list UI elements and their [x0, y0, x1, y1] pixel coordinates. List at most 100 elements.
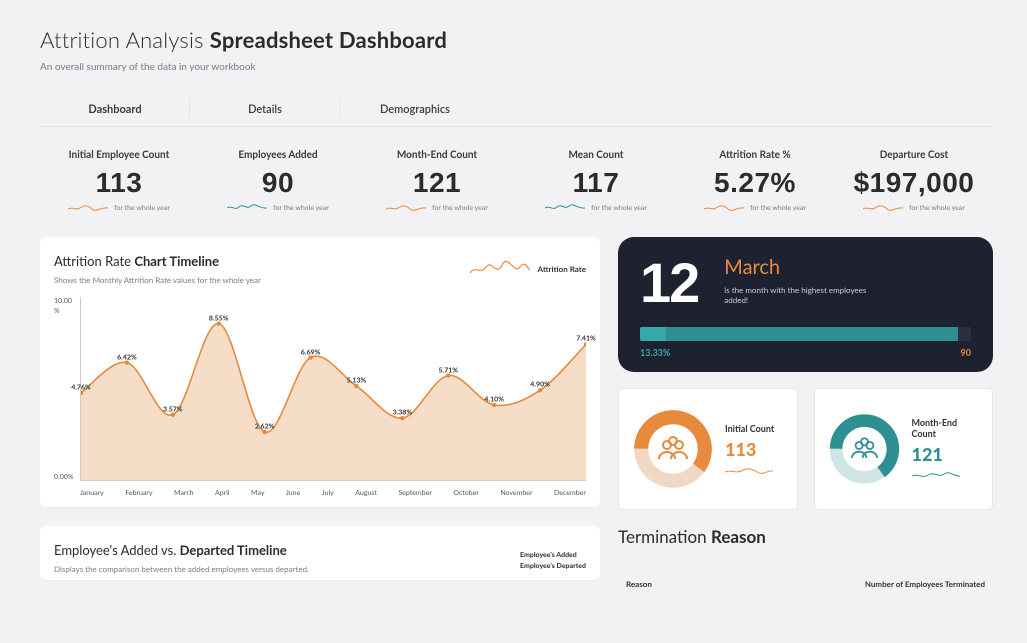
kpi-label: Initial Employee Count — [69, 149, 170, 161]
added-vs-departed-title: Employee's Added vs. Departed Timeline — [54, 542, 586, 558]
x-axis-tick: April — [215, 489, 230, 497]
kpi-mean-count: Mean Count 117 for the whole year — [521, 149, 671, 213]
highlight-desc: is the month with the highest employees … — [724, 285, 874, 306]
x-axis-tick: July — [322, 489, 334, 497]
highlight-pct: 13.33% — [640, 347, 670, 358]
kpi-value: 121 — [413, 167, 461, 199]
legend-departed: Employee's Departed — [520, 561, 586, 572]
donut-chart-icon — [827, 407, 902, 491]
highlight-month: March — [724, 255, 874, 279]
kpi-label: Employees Added — [238, 149, 317, 161]
kpi-value: $197,000 — [854, 167, 975, 199]
attrition-chart-title-bold: Chart Timeline — [134, 253, 219, 269]
chart-data-label: 4.76% — [71, 383, 91, 391]
x-axis-tick: August — [355, 489, 377, 497]
donut-label: Month-End Count — [912, 417, 977, 439]
kpi-footnote: for the whole year — [273, 204, 329, 212]
x-axis-tick: December — [554, 489, 586, 497]
attrition-chart: 10.00 % 0.00% 4.76%6.42%3.57%8.55%2.62%6… — [54, 297, 586, 497]
x-axis-tick: January — [80, 489, 104, 497]
chart-data-label: 2.62% — [255, 422, 275, 430]
tab-demographics[interactable]: Demographics — [340, 95, 490, 126]
x-axis-tick: May — [251, 489, 264, 497]
sparkline-icon — [68, 203, 108, 213]
sparkline-icon — [545, 203, 585, 213]
legend-sparkline-icon — [470, 259, 530, 279]
x-axis-tick: March — [174, 489, 194, 497]
page-subtitle: An overall summary of the data in your w… — [40, 61, 993, 73]
kpi-label: Month-End Count — [397, 149, 477, 161]
page-title-bold: Spreadsheet Dashboard — [210, 26, 447, 53]
termination-col-count: Number of Employees Terminated — [865, 579, 985, 589]
tab-bar: Dashboard Details Demographics — [40, 95, 993, 127]
chart-data-label: 8.55% — [209, 314, 229, 322]
attrition-chart-title: Attrition Rate Chart Timeline — [54, 253, 261, 269]
avd-title-bold: Departed Timeline — [180, 542, 287, 558]
sparkline-icon — [863, 203, 903, 213]
donut-label: Initial Count — [725, 423, 774, 434]
y-axis-top-value: 10.00 — [54, 297, 72, 305]
kpi-initial-count: Initial Employee Count 113 for the whole… — [44, 149, 194, 213]
sparkline-icon — [386, 203, 426, 213]
chart-data-label: 4.10% — [484, 395, 504, 403]
legend-label: Attrition Rate — [538, 264, 586, 274]
termination-col-reason: Reason — [626, 579, 652, 589]
attrition-chart-subtitle: Shows the Monthly Attrition Rate values … — [54, 275, 261, 285]
y-axis-bottom: 0.00% — [54, 473, 73, 481]
chart-data-label: 5.71% — [438, 366, 458, 374]
x-axis-tick: June — [286, 489, 300, 497]
chart-data-label: 7.41% — [576, 335, 596, 343]
donut-value: 121 — [912, 443, 977, 465]
chart-data-label: 4.90% — [530, 381, 550, 389]
sparkline-icon — [912, 471, 960, 481]
sparkline-icon — [704, 203, 744, 213]
chart-data-label: 6.42% — [117, 353, 137, 361]
added-vs-departed-legend: Employee's Added Employee's Departed — [520, 550, 586, 572]
kpi-employees-added: Employees Added 90 for the whole year — [203, 149, 353, 213]
sparkline-icon — [725, 466, 773, 476]
page-title-light: Attrition Analysis — [40, 26, 210, 53]
page-title: Attrition Analysis Spreadsheet Dashboard — [40, 26, 993, 53]
donut-month-end-count: Month-End Count 121 — [814, 388, 994, 510]
termination-title-bold: Reason — [711, 526, 766, 547]
avd-title-light: Employee's Added vs. — [54, 542, 180, 558]
kpi-footnote: for the whole year — [432, 204, 488, 212]
tab-dashboard[interactable]: Dashboard — [40, 95, 190, 126]
x-axis-tick: September — [398, 489, 431, 497]
kpi-value: 117 — [573, 167, 620, 199]
kpi-footnote: for the whole year — [114, 204, 170, 212]
kpi-row: Initial Employee Count 113 for the whole… — [40, 149, 993, 213]
termination-reason-card: Termination Reason Reason Number of Empl… — [618, 526, 993, 589]
y-axis-top-unit: % — [54, 307, 72, 315]
attrition-chart-card: Attrition Rate Chart Timeline Shows the … — [40, 237, 600, 507]
chart-data-label: 5.13% — [347, 377, 367, 385]
kpi-label: Attrition Rate % — [719, 149, 790, 161]
legend-added: Employee's Added — [520, 550, 586, 561]
added-vs-departed-card: Employee's Added vs. Departed Timeline D… — [40, 526, 600, 580]
added-vs-departed-subtitle: Displays the comparison between the adde… — [54, 564, 586, 574]
termination-title-light: Termination — [618, 526, 711, 547]
y-axis-top: 10.00 % — [54, 297, 72, 315]
x-axis-tick: November — [500, 489, 532, 497]
chart-data-label: 3.38% — [393, 409, 413, 417]
donut-row: Initial Count 113 M — [618, 388, 993, 510]
chart-data-label: 6.69% — [301, 348, 321, 356]
termination-table-header: Reason Number of Employees Terminated — [618, 579, 993, 589]
kpi-month-end-count: Month-End Count 121 for the whole year — [362, 149, 512, 213]
x-axis-labels: January February March April May June July Augu… — [80, 489, 586, 497]
kpi-attrition-rate: Attrition Rate % 5.27% for the whole yea… — [680, 149, 830, 213]
kpi-label: Departure Cost — [880, 149, 948, 161]
kpi-label: Mean Count — [569, 149, 624, 161]
donut-chart-icon — [631, 407, 715, 491]
donut-initial-count: Initial Count 113 — [618, 388, 798, 510]
kpi-value: 5.27% — [714, 167, 796, 199]
x-axis-tick: October — [453, 489, 479, 497]
kpi-footnote: for the whole year — [591, 204, 647, 212]
x-axis-tick: February — [125, 489, 152, 497]
tab-details[interactable]: Details — [190, 95, 340, 126]
kpi-value: 113 — [96, 167, 143, 199]
attrition-chart-title-light: Attrition Rate — [54, 253, 134, 269]
kpi-departure-cost: Departure Cost $197,000 for the whole ye… — [839, 149, 989, 213]
termination-title: Termination Reason — [618, 526, 993, 547]
sparkline-icon — [227, 203, 267, 213]
